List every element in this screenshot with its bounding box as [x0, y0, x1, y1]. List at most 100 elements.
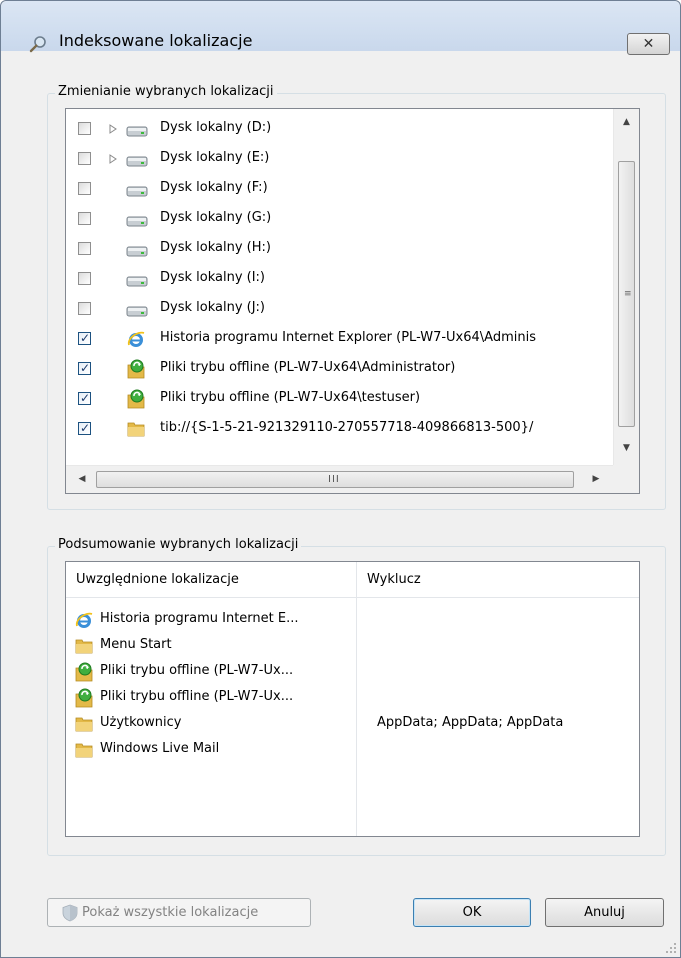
scroll-corner — [613, 465, 639, 493]
locations-tree[interactable]: Dysk lokalny (D:) Dysk lokalny (E:) Dysk l… — [65, 108, 640, 494]
indexed-locations-dialog: Indeksowane lokalizacje ✕ Zmienianie wyb… — [0, 0, 681, 958]
included-location-label: Menu Start — [100, 637, 172, 652]
location-checkbox[interactable] — [78, 242, 91, 255]
location-label: Dysk lokalny (F:) — [160, 180, 268, 195]
summary-row[interactable]: Windows Live Mail — [74, 737, 634, 763]
column-header-included[interactable]: Uwzględnione lokalizacje — [66, 562, 356, 598]
ok-label: OK — [462, 905, 482, 920]
location-item[interactable]: Dysk lokalny (D:) — [66, 115, 614, 144]
location-label: Historia programu Internet Explorer (PL-… — [160, 330, 536, 345]
offline-files-icon — [74, 688, 94, 708]
scroll-up-icon[interactable]: ▲ — [618, 117, 635, 127]
included-location-label: Użytkownicy — [100, 715, 182, 730]
location-item[interactable]: Dysk lokalny (E:) — [66, 145, 614, 174]
location-label: Dysk lokalny (J:) — [160, 300, 266, 315]
location-label: Dysk lokalny (I:) — [160, 270, 266, 285]
summary-list[interactable]: Uwzględnione lokalizacje Wyklucz Histori… — [65, 561, 640, 837]
location-checkbox[interactable] — [78, 302, 91, 315]
location-item[interactable]: Dysk lokalny (H:) — [66, 235, 614, 264]
folder-icon — [126, 419, 148, 439]
drive-icon — [126, 179, 148, 199]
location-label: Dysk lokalny (D:) — [160, 120, 272, 135]
folder-icon — [74, 636, 94, 656]
location-item[interactable]: ✓ Pliki trybu offline (PL-W7-Ux64\Adminis… — [66, 355, 614, 384]
location-item[interactable]: ✓ Pliki trybu offline (PL-W7-Ux64\testuse… — [66, 385, 614, 414]
column-header-included-label: Uwzględnione lokalizacje — [76, 572, 239, 587]
location-item[interactable]: Dysk lokalny (G:) — [66, 205, 614, 234]
summary-row[interactable]: Pliki trybu offline (PL-W7-Ux... — [74, 659, 634, 685]
location-checkbox[interactable]: ✓ — [78, 391, 91, 405]
horizontal-scroll-thumb[interactable]: III — [96, 471, 574, 488]
cancel-label: Anuluj — [584, 905, 625, 920]
drive-icon — [126, 149, 148, 169]
included-location-label: Pliki trybu offline (PL-W7-Ux... — [100, 663, 294, 678]
summary-row[interactable]: Pliki trybu offline (PL-W7-Ux... — [74, 685, 634, 711]
drive-icon — [126, 119, 148, 139]
location-item[interactable]: ✓ tib://{S-1-5-21-921329110-270557718-409… — [66, 415, 614, 444]
summary-row[interactable]: Historia programu Internet E... — [74, 607, 634, 633]
folder-icon — [74, 740, 94, 760]
column-header-exclude-label: Wyklucz — [367, 572, 421, 587]
scroll-down-icon[interactable]: ▼ — [618, 443, 635, 453]
location-label: Pliki trybu offline (PL-W7-Ux64\testuser… — [160, 390, 421, 405]
drive-icon — [126, 269, 148, 289]
offline-files-icon — [74, 662, 94, 682]
folder-icon — [74, 714, 94, 734]
column-header-exclude[interactable]: Wyklucz — [357, 562, 639, 598]
internet-explorer-icon — [74, 610, 94, 630]
checkmark-icon: ✓ — [79, 391, 91, 405]
vertical-scroll-thumb[interactable]: ≡ — [618, 161, 635, 427]
summary-group-label: Podsumowanie wybranych lokalizacji — [55, 537, 302, 552]
scroll-right-icon[interactable]: ▶ — [590, 474, 602, 484]
window-title: Indeksowane lokalizacje — [59, 31, 253, 50]
drive-icon — [126, 299, 148, 319]
drive-icon — [126, 239, 148, 259]
horizontal-scrollbar[interactable]: ◀ III ▶ — [66, 465, 613, 493]
search-magnifier-icon — [29, 36, 46, 53]
location-checkbox[interactable] — [78, 122, 91, 135]
location-label: Dysk lokalny (G:) — [160, 210, 272, 225]
included-location-label: Historia programu Internet E... — [100, 611, 299, 626]
close-icon: ✕ — [642, 36, 655, 52]
cancel-button[interactable]: Anuluj — [545, 898, 664, 927]
included-location-label: Pliki trybu offline (PL-W7-Ux... — [100, 689, 294, 704]
summary-row[interactable]: Menu Start — [74, 633, 634, 659]
exclude-label: AppData; AppData; AppData — [377, 715, 564, 730]
location-checkbox[interactable]: ✓ — [78, 421, 91, 435]
show-all-locations-button[interactable]: Pokaż wszystkie lokalizacje — [47, 898, 311, 927]
offline-files-icon — [126, 389, 148, 409]
vertical-scrollbar[interactable]: ▲ ≡ ▼ — [613, 109, 639, 465]
expand-arrow-icon[interactable] — [109, 123, 117, 134]
location-checkbox[interactable] — [78, 152, 91, 165]
included-location-label: Windows Live Mail — [100, 741, 220, 756]
location-checkbox[interactable]: ✓ — [78, 361, 91, 375]
uac-shield-icon — [62, 904, 78, 922]
drive-icon — [126, 209, 148, 229]
location-checkbox[interactable] — [78, 182, 91, 195]
location-item[interactable]: Dysk lokalny (J:) — [66, 295, 614, 324]
summary-row[interactable]: Użytkownicy AppData; AppData; AppData — [74, 711, 634, 737]
close-button[interactable]: ✕ — [627, 33, 670, 55]
scroll-grip-icon: ≡ — [624, 289, 632, 299]
location-checkbox[interactable] — [78, 212, 91, 225]
offline-files-icon — [126, 359, 148, 379]
location-label: Dysk lokalny (H:) — [160, 240, 271, 255]
scroll-grip-label: III — [328, 474, 340, 485]
expand-arrow-icon[interactable] — [109, 153, 117, 164]
location-item[interactable]: Dysk lokalny (F:) — [66, 175, 614, 204]
checkmark-icon: ✓ — [79, 421, 91, 435]
internet-explorer-icon — [126, 329, 148, 349]
ok-button[interactable]: OK — [413, 898, 531, 927]
checkmark-icon: ✓ — [79, 331, 91, 345]
show-all-locations-label: Pokaż wszystkie lokalizacje — [82, 905, 259, 920]
scroll-left-icon[interactable]: ◀ — [76, 474, 88, 484]
location-label: Pliki trybu offline (PL-W7-Ux64\Administ… — [160, 360, 456, 375]
location-item[interactable]: Dysk lokalny (I:) — [66, 265, 614, 294]
location-checkbox[interactable]: ✓ — [78, 331, 91, 345]
location-checkbox[interactable] — [78, 272, 91, 285]
resize-grip-icon[interactable] — [665, 942, 677, 954]
location-item[interactable]: ✓ Historia programu Internet Explorer (PL… — [66, 325, 614, 354]
checkmark-icon: ✓ — [79, 361, 91, 375]
title-bar[interactable]: Indeksowane lokalizacje ✕ — [1, 1, 680, 55]
location-label: Dysk lokalny (E:) — [160, 150, 270, 165]
